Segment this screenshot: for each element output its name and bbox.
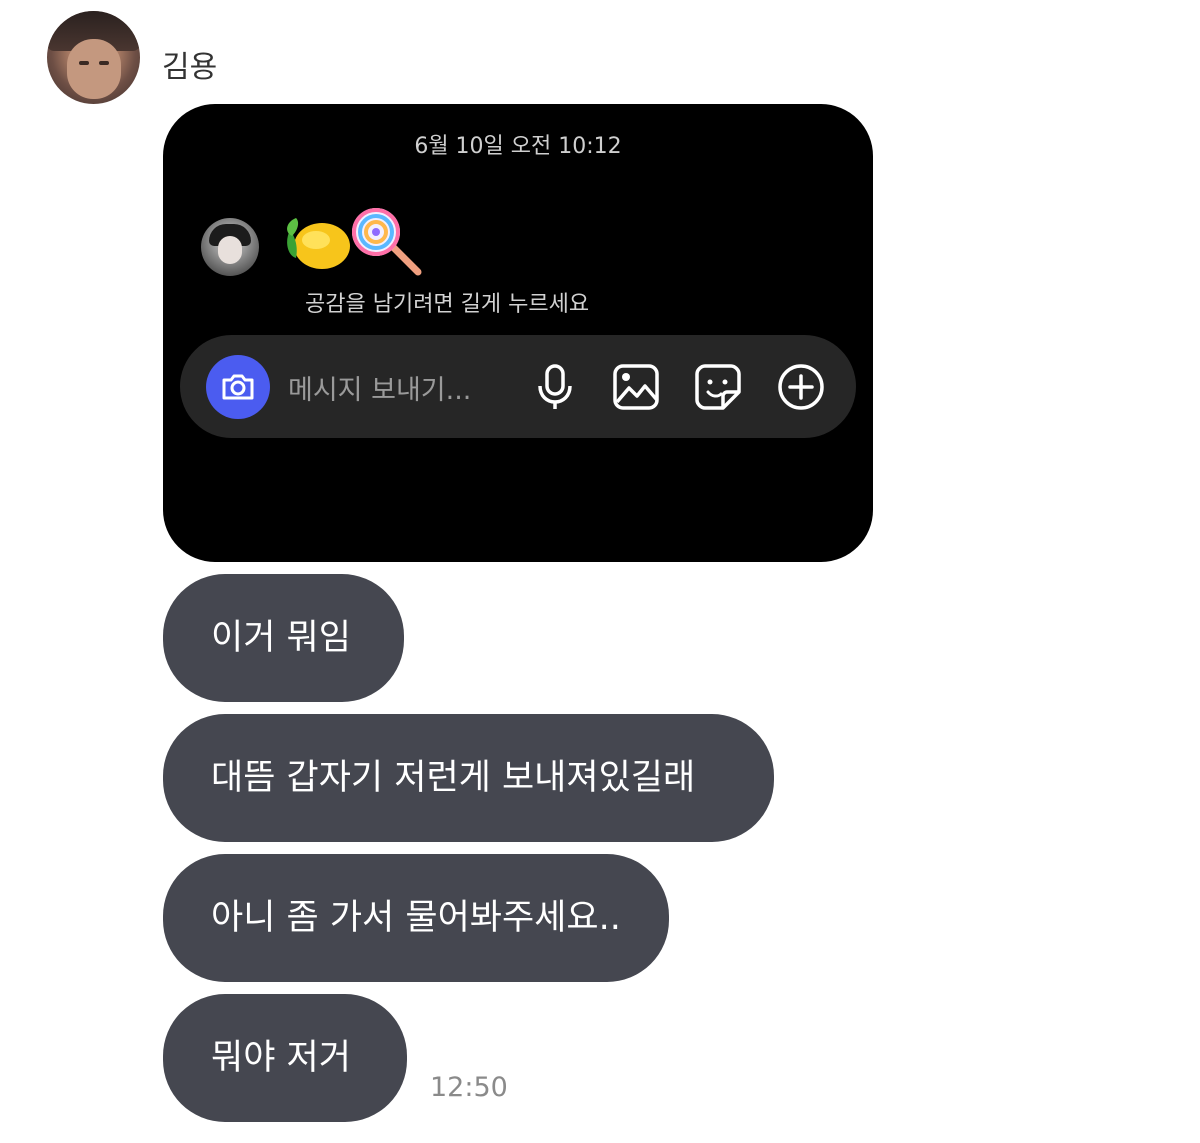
message-bubble[interactable]: 뭐야 저거 <box>163 994 407 1122</box>
lemon-emoji-icon <box>287 218 350 269</box>
message-input[interactable]: 메시지 보내기... <box>288 368 471 407</box>
screenshot-timestamp: 6월 10일 오전 10:12 <box>414 134 622 159</box>
message-timestamp: 12:50 <box>430 1072 508 1103</box>
message-bubble[interactable]: 대뜸 갑자기 저런게 보내져있길래 <box>163 714 774 842</box>
sender-avatar[interactable] <box>47 11 140 104</box>
shared-screenshot-image[interactable] <box>163 104 873 562</box>
message-input-bar <box>180 335 856 438</box>
lollipop-emoji-icon <box>352 208 422 276</box>
reaction-hint: 공감을 남기려면 길게 누르세요 <box>305 292 590 317</box>
gallery-icon[interactable] <box>611 362 661 412</box>
camera-button[interactable] <box>206 355 270 419</box>
sender-name: 김용 <box>162 50 218 85</box>
message-bubble[interactable]: 이거 뭐임 <box>163 574 404 702</box>
message-text: 이거 뭐임 <box>211 617 351 658</box>
message-text: 아니 좀 가서 물어봐주세요.. <box>211 897 621 938</box>
sticker-icon[interactable] <box>693 362 743 412</box>
message-text: 뭐야 저거 <box>211 1037 351 1078</box>
screenshot-avatar <box>201 218 259 276</box>
plus-circle-icon[interactable] <box>776 362 826 412</box>
message-bubble[interactable]: 아니 좀 가서 물어봐주세요.. <box>163 854 669 982</box>
camera-icon <box>222 374 254 400</box>
message-text: 대뜸 갑자기 저런게 보내져있길래 <box>211 757 696 798</box>
microphone-icon[interactable] <box>530 362 580 412</box>
